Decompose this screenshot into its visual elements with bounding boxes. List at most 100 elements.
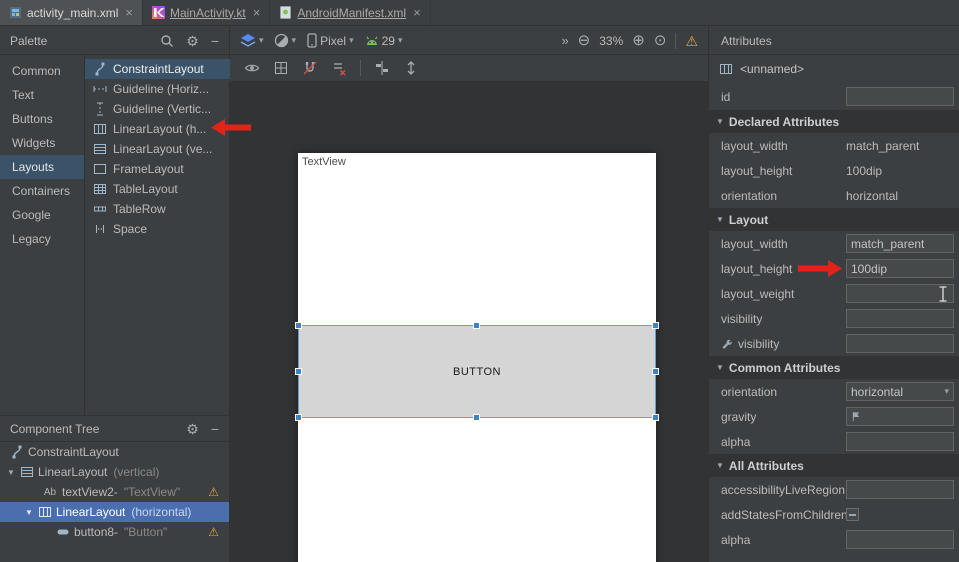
- hide-panel-icon[interactable]: −: [211, 422, 219, 436]
- close-tab-icon[interactable]: ×: [413, 6, 421, 19]
- api-level-selector[interactable]: 29 ▾: [364, 34, 403, 48]
- component-tree-panel: Component Tree ⚙ − ConstraintLayout ▼ Li…: [0, 415, 230, 562]
- selection-handle[interactable]: [652, 322, 659, 329]
- close-tab-icon[interactable]: ×: [125, 6, 133, 19]
- palette-item-label: Guideline (Horiz...: [113, 82, 209, 96]
- visibility-input[interactable]: [846, 309, 954, 328]
- selection-handle[interactable]: [295, 368, 302, 375]
- linearlayout-horizontal-icon: [93, 122, 107, 136]
- zoom-to-fit-button[interactable]: ⊙: [654, 33, 667, 48]
- tree-item-linearlayout-horizontal[interactable]: ▼ LinearLayout(horizontal): [0, 502, 229, 522]
- category-legacy[interactable]: Legacy: [0, 227, 84, 251]
- addstatesfromchildren-checkbox[interactable]: [846, 508, 859, 521]
- zoom-in-button[interactable]: ⊕: [632, 33, 645, 48]
- gear-icon[interactable]: ⚙: [186, 422, 199, 436]
- canvas-button[interactable]: BUTTON: [453, 366, 501, 378]
- tree-item-linearlayout-vertical[interactable]: ▼ LinearLayout(vertical): [0, 462, 229, 482]
- id-input[interactable]: [846, 87, 954, 106]
- tree-item-constraintlayout[interactable]: ConstraintLayout: [0, 442, 229, 462]
- attr-row-layout-weight: layout_weight: [709, 281, 959, 306]
- palette-item-framelayout[interactable]: FrameLayout: [85, 159, 230, 179]
- selected-linearlayout[interactable]: BUTTON: [298, 325, 656, 418]
- selection-handle[interactable]: [652, 368, 659, 375]
- warning-icon[interactable]: ⚠: [208, 486, 219, 498]
- hide-panel-icon[interactable]: −: [211, 34, 219, 48]
- tab-mainactivity-kt[interactable]: MainActivity.kt ×: [143, 0, 270, 25]
- attr-name: layout_height: [721, 262, 846, 276]
- selection-handle[interactable]: [295, 414, 302, 421]
- view-options-eye-icon[interactable]: [244, 60, 260, 76]
- selection-handle[interactable]: [295, 322, 302, 329]
- device-canvas[interactable]: TextView BUTTON: [298, 153, 656, 562]
- blueprint-grid-icon[interactable]: [273, 60, 289, 76]
- orientation-dropdown[interactable]: horizontal▾: [846, 382, 954, 401]
- manifest-file-icon: [279, 6, 292, 19]
- section-declared-attributes[interactable]: ▼ Declared Attributes: [709, 110, 959, 133]
- palette-item-tablerow[interactable]: TableRow: [85, 199, 230, 219]
- palette-item-label: Guideline (Vertic...: [113, 102, 211, 116]
- category-containers[interactable]: Containers: [0, 179, 84, 203]
- category-common[interactable]: Common: [0, 59, 84, 83]
- palette-item-guideline-horizontal[interactable]: Guideline (Horiz...: [85, 79, 230, 99]
- align-constraints-icon[interactable]: [374, 60, 390, 76]
- attr-value[interactable]: horizontal: [846, 189, 898, 203]
- palette-item-tablelayout[interactable]: TableLayout: [85, 179, 230, 199]
- framelayout-icon: [93, 162, 107, 176]
- gear-icon[interactable]: ⚙: [186, 34, 199, 48]
- tab-activity-main-xml[interactable]: activity_main.xml ×: [0, 0, 143, 25]
- search-icon[interactable]: [160, 34, 174, 48]
- canvas-textview[interactable]: TextView: [302, 156, 346, 168]
- palette-item-linearlayout-vertical[interactable]: LinearLayout (ve...: [85, 139, 230, 159]
- attributes-header: Attributes: [708, 26, 959, 55]
- expand-vertical-icon[interactable]: [403, 60, 419, 76]
- tree-item-button8[interactable]: button8-"Button" ⚠: [0, 522, 229, 542]
- layout-width-input[interactable]: match_parent: [846, 234, 954, 253]
- section-layout[interactable]: ▼ Layout: [709, 208, 959, 231]
- layout-xml-file-icon: [9, 6, 22, 19]
- category-text[interactable]: Text: [0, 83, 84, 107]
- tree-item-textview2[interactable]: Ab textView2-"TextView" ⚠: [0, 482, 229, 502]
- tab-androidmanifest-xml[interactable]: AndroidManifest.xml ×: [270, 0, 430, 25]
- textview-icon: Ab: [42, 487, 58, 498]
- selection-handle[interactable]: [473, 322, 480, 329]
- guideline-horizontal-icon: [93, 82, 107, 96]
- warnings-badge-icon[interactable]: ⚠: [685, 34, 698, 48]
- selection-handle[interactable]: [652, 414, 659, 421]
- tools-visibility-input[interactable]: [846, 334, 954, 353]
- autoconnect-off-magnet-icon[interactable]: [302, 60, 318, 76]
- accessibilityliveregion-input[interactable]: [846, 480, 954, 499]
- close-tab-icon[interactable]: ×: [253, 6, 261, 19]
- layout-weight-input[interactable]: [846, 284, 954, 303]
- layout-height-input[interactable]: 100dip: [846, 259, 954, 278]
- palette-item-linearlayout-horizontal[interactable]: LinearLayout (h...: [85, 119, 230, 139]
- palette-item-constraintlayout[interactable]: ConstraintLayout: [85, 59, 230, 79]
- attr-value: match_parent: [851, 237, 924, 251]
- clear-constraints-icon[interactable]: [331, 60, 347, 76]
- warning-icon[interactable]: ⚠: [208, 526, 219, 538]
- theme-selector[interactable]: ▾: [274, 33, 297, 48]
- device-selector[interactable]: Pixel ▾: [306, 33, 354, 48]
- attr-value[interactable]: 100dip: [846, 164, 882, 178]
- palette-item-space[interactable]: Space: [85, 219, 230, 239]
- palette-item-guideline-vertical[interactable]: Guideline (Vertic...: [85, 99, 230, 119]
- category-layouts[interactable]: Layouts: [0, 155, 84, 179]
- section-common-attributes[interactable]: ▼ Common Attributes: [709, 356, 959, 379]
- category-google[interactable]: Google: [0, 203, 84, 227]
- more-actions-icon[interactable]: »: [561, 34, 568, 47]
- gravity-input[interactable]: [846, 407, 954, 426]
- alpha-input[interactable]: [846, 530, 954, 549]
- design-surface-selector[interactable]: ▾: [240, 33, 264, 49]
- expand-arrow-icon[interactable]: ▼: [6, 468, 16, 477]
- palette-categories: Common Text Buttons Widgets Layouts Cont…: [0, 55, 85, 415]
- zoom-out-button[interactable]: ⊖: [578, 33, 591, 48]
- tree-item-label: ConstraintLayout: [28, 445, 119, 459]
- attr-name: id: [721, 90, 846, 104]
- alpha-input[interactable]: [846, 432, 954, 451]
- expand-arrow-icon[interactable]: ▼: [24, 508, 34, 517]
- category-buttons[interactable]: Buttons: [0, 107, 84, 131]
- section-all-attributes[interactable]: ▼ All Attributes: [709, 454, 959, 477]
- attr-value[interactable]: match_parent: [846, 139, 919, 153]
- palette-title: Palette: [10, 34, 148, 48]
- category-widgets[interactable]: Widgets: [0, 131, 84, 155]
- selection-handle[interactable]: [473, 414, 480, 421]
